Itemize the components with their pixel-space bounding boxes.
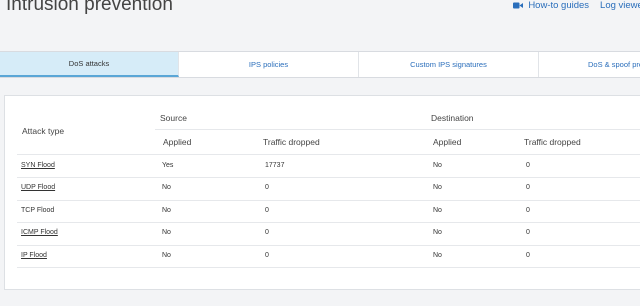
row-divider bbox=[17, 267, 640, 268]
tab-label: IPS policies bbox=[248, 60, 289, 69]
howto-guides-link[interactable]: How-to guides bbox=[513, 0, 589, 11]
source-applied-value: Yes bbox=[162, 162, 174, 169]
log-viewer-label: Log viewer bbox=[600, 0, 640, 11]
attack-type-header: Attack type bbox=[22, 126, 65, 136]
tab-custom-ips-signatures[interactable]: Custom IPS signatures bbox=[359, 52, 539, 77]
tab-label: DoS & spoof protection bbox=[588, 60, 640, 69]
row-divider bbox=[17, 154, 640, 155]
tab-dos-attacks[interactable]: DoS attacks bbox=[0, 52, 179, 77]
destination-applied-header: Applied bbox=[433, 137, 462, 147]
row-divider bbox=[17, 222, 640, 223]
destination-header: Destination bbox=[431, 113, 474, 123]
source-applied-value: No bbox=[162, 184, 171, 191]
destination-dropped-value: 0 bbox=[526, 162, 530, 169]
destination-applied-value: No bbox=[433, 252, 442, 259]
source-dropped-value: 0 bbox=[265, 252, 269, 259]
log-viewer-link[interactable]: Log viewer bbox=[600, 0, 640, 11]
tab-bar: DoS attacks IPS policies Custom IPS sign… bbox=[0, 51, 640, 78]
row-divider bbox=[17, 177, 640, 178]
destination-dropped-value: 0 bbox=[526, 229, 530, 236]
header-links: How-to guides Log viewer bbox=[513, 0, 640, 11]
source-header: Source bbox=[160, 113, 187, 123]
source-dropped-value: 17737 bbox=[265, 162, 285, 169]
source-applied-value: No bbox=[162, 207, 171, 214]
destination-traffic-dropped-header: Traffic dropped bbox=[524, 137, 581, 147]
destination-applied-value: No bbox=[433, 229, 442, 236]
source-applied-value: No bbox=[162, 229, 171, 236]
header-divider bbox=[155, 129, 640, 130]
attack-link-icmp-flood[interactable]: ICMP Flood bbox=[21, 229, 58, 236]
source-dropped-value: 0 bbox=[265, 229, 269, 236]
destination-applied-value: No bbox=[433, 207, 442, 214]
destination-dropped-value: 0 bbox=[526, 207, 530, 214]
row-divider bbox=[17, 245, 640, 246]
row-divider bbox=[17, 200, 640, 201]
dos-attacks-table: Attack type Source Destination Applied T… bbox=[4, 95, 640, 290]
tab-dos-spoof-protection[interactable]: DoS & spoof protection bbox=[539, 52, 640, 77]
destination-applied-value: No bbox=[433, 184, 442, 191]
attack-link-syn-flood[interactable]: SYN Flood bbox=[21, 162, 55, 169]
tab-label: DoS attacks bbox=[68, 59, 110, 68]
howto-guides-label: How-to guides bbox=[528, 0, 590, 11]
source-applied-value: No bbox=[162, 252, 171, 259]
destination-applied-value: No bbox=[433, 162, 442, 169]
source-dropped-value: 0 bbox=[265, 207, 269, 214]
source-traffic-dropped-header: Traffic dropped bbox=[263, 137, 320, 147]
video-camera-icon bbox=[513, 2, 524, 9]
attack-label-tcp-flood: TCP Flood bbox=[21, 207, 55, 214]
source-applied-header: Applied bbox=[163, 137, 192, 147]
tab-ips-policies[interactable]: IPS policies bbox=[179, 52, 359, 77]
page-title: Intrusion prevention bbox=[6, 0, 173, 15]
tab-label: Custom IPS signatures bbox=[410, 60, 487, 69]
destination-dropped-value: 0 bbox=[526, 252, 530, 259]
destination-dropped-value: 0 bbox=[526, 184, 530, 191]
source-dropped-value: 0 bbox=[265, 184, 269, 191]
attack-link-udp-flood[interactable]: UDP Flood bbox=[21, 184, 55, 191]
attack-link-ip-flood[interactable]: IP Flood bbox=[21, 252, 47, 259]
